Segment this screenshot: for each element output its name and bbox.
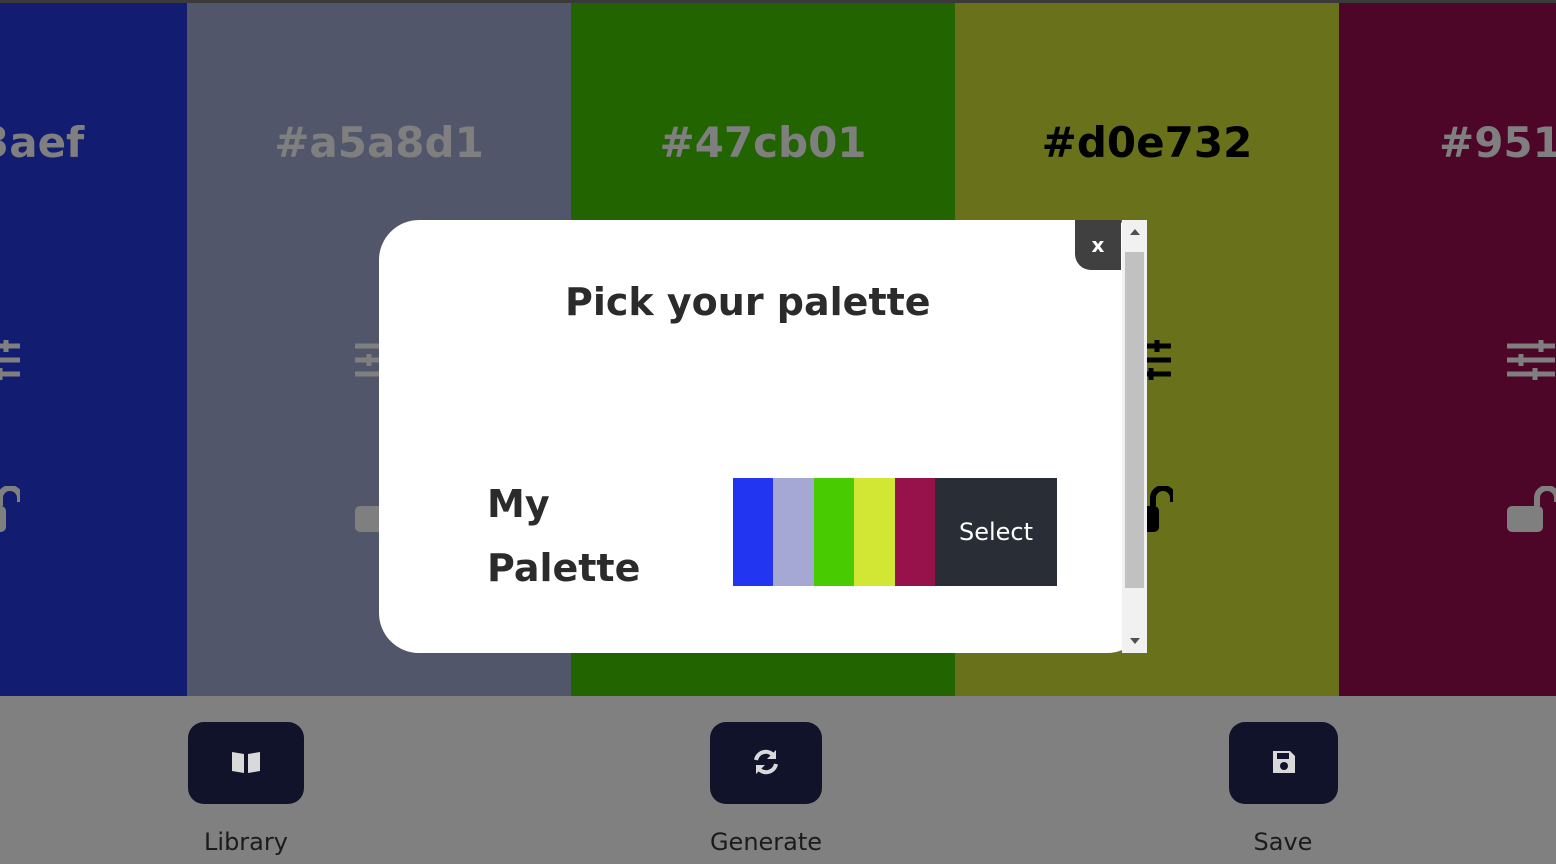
modal-title: Pick your palette xyxy=(565,280,931,324)
modal-scrollbar[interactable] xyxy=(1122,220,1147,653)
adjust-sliders-icon[interactable] xyxy=(0,340,20,380)
save-button[interactable] xyxy=(1229,722,1338,804)
adjust-sliders-icon[interactable] xyxy=(1507,340,1555,380)
scrollbar-thumb[interactable] xyxy=(1125,252,1144,588)
palette-swatches[interactable] xyxy=(733,478,935,586)
control-bar: Library Generate Save xyxy=(0,696,1556,864)
palette-swatch xyxy=(733,478,774,586)
library-label: Library xyxy=(204,828,288,856)
hex-label[interactable]: #47cb01 xyxy=(571,118,955,167)
palette-swatch xyxy=(773,478,814,586)
library-button[interactable] xyxy=(188,722,304,804)
palette-name: My Palette xyxy=(487,482,641,590)
hex-label[interactable]: #a5a8d1 xyxy=(187,118,571,167)
palette-swatch xyxy=(894,478,935,586)
generate-label: Generate xyxy=(709,828,823,856)
close-button[interactable]: x xyxy=(1075,220,1121,270)
palette-swatch xyxy=(854,478,895,586)
palette-swatch xyxy=(813,478,855,586)
scroll-down-arrow-icon[interactable] xyxy=(1122,631,1147,651)
select-palette-button[interactable]: Select xyxy=(935,478,1057,586)
hex-label[interactable]: #9511 xyxy=(1439,118,1556,167)
unlock-icon[interactable] xyxy=(1507,486,1556,532)
color-column: 3aef xyxy=(0,0,187,696)
book-icon xyxy=(231,750,261,777)
floppy-disk-icon xyxy=(1271,749,1297,778)
window-top-border xyxy=(0,0,1556,3)
save-label: Save xyxy=(1253,828,1313,856)
refresh-icon xyxy=(752,748,780,779)
generate-button[interactable] xyxy=(710,722,822,804)
scroll-up-arrow-icon[interactable] xyxy=(1122,222,1147,242)
color-column: #9511 xyxy=(1339,0,1556,696)
hex-label[interactable]: 3aef xyxy=(0,118,187,167)
unlock-icon[interactable] xyxy=(0,486,20,532)
hex-label[interactable]: #d0e732 xyxy=(955,118,1339,167)
